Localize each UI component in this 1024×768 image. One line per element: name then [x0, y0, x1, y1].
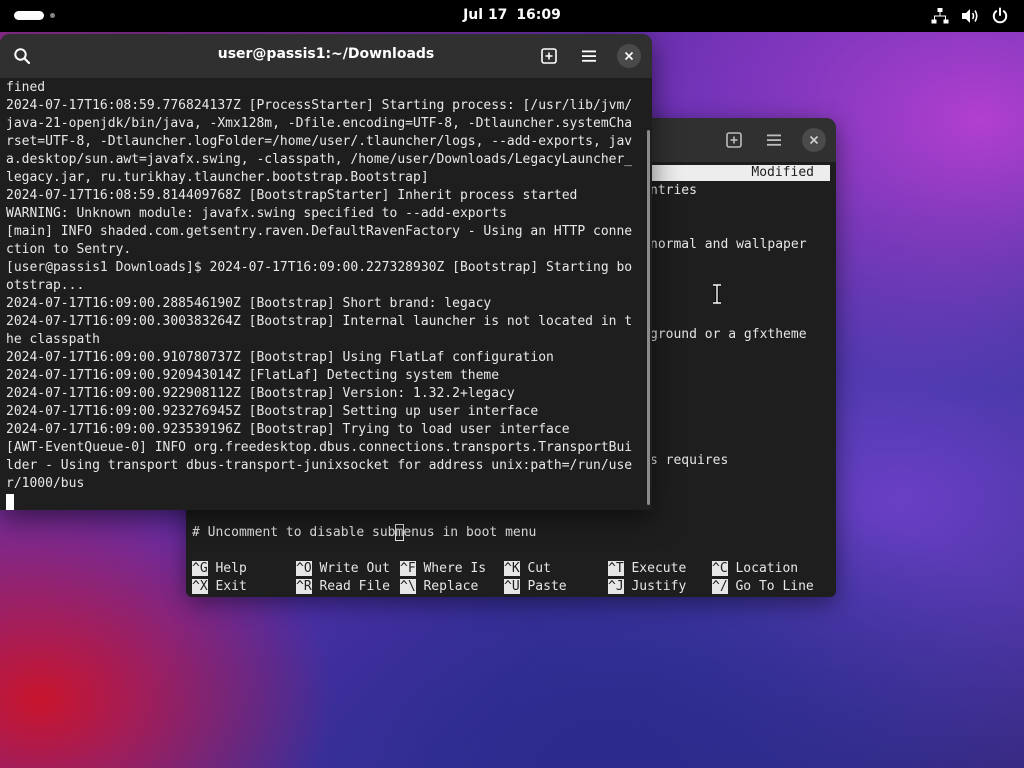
nano-text-fragment: s requires [650, 453, 729, 468]
speaker-icon[interactable] [960, 6, 980, 26]
shortcut-key: ^K [504, 561, 520, 576]
shortcut-label: Paste [527, 579, 567, 594]
terminal-line: 2024-07-17T16:09:00.923539196Z [Bootstra… [6, 422, 570, 437]
network-wired-icon[interactable] [930, 6, 950, 26]
shortcut-cut[interactable]: ^K Cut [504, 560, 551, 578]
close-icon[interactable] [617, 44, 641, 68]
terminal-line: 2024-07-17T16:09:00.922908112Z [Bootstra… [6, 386, 515, 401]
nano-comment-line[interactable]: # Uncomment to disable submenus in boot … [192, 524, 536, 542]
hamburger-menu-icon[interactable] [762, 128, 786, 152]
shortcut-location[interactable]: ^C Location [712, 560, 798, 578]
clock-date: Jul 17 [463, 7, 508, 23]
shortcut-label: Cut [527, 561, 551, 576]
terminal-line: 2024-07-17T16:09:00.300383264Z [Bootstra… [6, 314, 633, 329]
shortcut-replace[interactable]: ^\ Replace [400, 578, 478, 596]
terminal-line: a.desktop/sun.awt=javafx.swing, -classpa… [6, 152, 633, 167]
power-icon[interactable] [990, 6, 1010, 26]
terminal-window[interactable]: user@passis1:~/Downloads fined 2024-07-1… [0, 34, 652, 510]
new-tab-icon[interactable] [722, 128, 746, 152]
terminal-line: 2024-07-17T16:09:00.923276945Z [Bootstra… [6, 404, 539, 419]
shortcut-key: ^F [400, 561, 416, 576]
shortcut-key: ^/ [712, 579, 728, 594]
shortcut-key: ^J [608, 579, 624, 594]
shortcut-exit[interactable]: ^X Exit [192, 578, 247, 596]
nano-text-fragment: ground or a gfxtheme [650, 327, 807, 342]
comment-text: enus in boot menu [403, 525, 537, 540]
text-cursor-icon [711, 283, 723, 308]
shortcut-justify[interactable]: ^J Justify [608, 578, 686, 596]
shortcut-key: ^\ [400, 579, 416, 594]
terminal-line: [main] INFO shaded.com.getsentry.raven.D… [6, 224, 633, 239]
terminal-line: 2024-07-17T16:08:59.776824137Z [ProcessS… [6, 98, 633, 113]
shortcut-write-out[interactable]: ^O Write Out [296, 560, 390, 578]
new-tab-icon[interactable] [537, 44, 561, 68]
system-tray[interactable] [930, 6, 1010, 26]
shortcut-key: ^C [712, 561, 728, 576]
shortcut-read-file[interactable]: ^R Read File [296, 578, 390, 596]
shortcut-key: ^R [296, 579, 312, 594]
shortcut-label: Justify [631, 579, 687, 594]
terminal-line: [user@passis1 Downloads]$ 2024-07-17T16:… [6, 260, 633, 275]
terminal-line: rset=UTF-8, -Dtlauncher.logFolder=/home/… [6, 134, 633, 149]
clock-time: 16:09 [516, 7, 561, 23]
modified-status: Modified [650, 165, 830, 181]
shortcut-key: ^X [192, 579, 208, 594]
nano-text-fragment: ntries [650, 183, 697, 198]
terminal-prompt-line[interactable] [6, 493, 648, 510]
shortcut-label: Replace [423, 579, 479, 594]
comment-text: # Uncomment to disable sub [192, 525, 396, 540]
shortcut-execute[interactable]: ^T Execute [608, 560, 686, 578]
shortcut-go-to-line[interactable]: ^/ Go To Line [712, 578, 814, 596]
terminal-line: otstrap... [6, 278, 85, 293]
terminal-header[interactable]: user@passis1:~/Downloads [0, 34, 652, 78]
shortcut-label: Exit [215, 579, 247, 594]
hamburger-menu-icon[interactable] [577, 44, 601, 68]
shortcut-key: ^G [192, 561, 208, 576]
terminal-line: WARNING: Unknown module: javafx.swing sp… [6, 206, 507, 221]
terminal-line: ction to Sentry. [6, 242, 132, 257]
terminal-line: 2024-07-17T16:09:00.920943014Z [FlatLaf]… [6, 368, 500, 383]
terminal-cursor [6, 494, 14, 510]
shortcut-help[interactable]: ^G Help [192, 560, 247, 578]
top-bar: Jul 17 16:09 [0, 0, 1024, 32]
terminal-line: fined [6, 80, 46, 95]
shortcut-label: Help [215, 561, 247, 576]
shortcut-label: Location [735, 561, 799, 576]
shortcut-label: Go To Line [735, 579, 814, 594]
terminal-line: 2024-07-17T16:08:59.814409768Z [Bootstra… [6, 188, 578, 203]
terminal-line: 2024-07-17T16:09:00.910780737Z [Bootstra… [6, 350, 554, 365]
terminal-scrollbar[interactable] [647, 130, 650, 505]
nano-text-fragment: normal and wallpaper [650, 237, 807, 252]
close-icon[interactable] [802, 128, 826, 152]
terminal-line: legacy.jar, ru.turikhay.tlauncher.bootst… [6, 170, 429, 185]
terminal-line: java-21-openjdk/bin/java, -Xmx128m, -Dfi… [6, 116, 633, 131]
shortcut-key: ^O [296, 561, 312, 576]
shortcut-label: Write Out [319, 561, 390, 576]
terminal-line: [AWT-EventQueue-0] INFO org.freedesktop.… [6, 440, 633, 455]
terminal-line: lder - Using transport dbus-transport-ju… [6, 458, 633, 473]
shortcut-label: Read File [319, 579, 390, 594]
terminal-line: r/1000/bus [6, 476, 85, 491]
terminal-line: he classpath [6, 332, 100, 347]
shortcut-key: ^U [504, 579, 520, 594]
terminal-line: 2024-07-17T16:09:00.288546190Z [Bootstra… [6, 296, 492, 311]
shortcut-label: Where Is [423, 561, 487, 576]
terminal-output[interactable]: fined 2024-07-17T16:08:59.776824137Z [Pr… [6, 79, 648, 510]
shortcut-key: ^T [608, 561, 624, 576]
shortcut-paste[interactable]: ^U Paste [504, 578, 567, 596]
shortcut-where-is[interactable]: ^F Where Is [400, 560, 486, 578]
clock[interactable]: Jul 17 16:09 [0, 7, 1024, 23]
shortcut-label: Execute [631, 561, 687, 576]
